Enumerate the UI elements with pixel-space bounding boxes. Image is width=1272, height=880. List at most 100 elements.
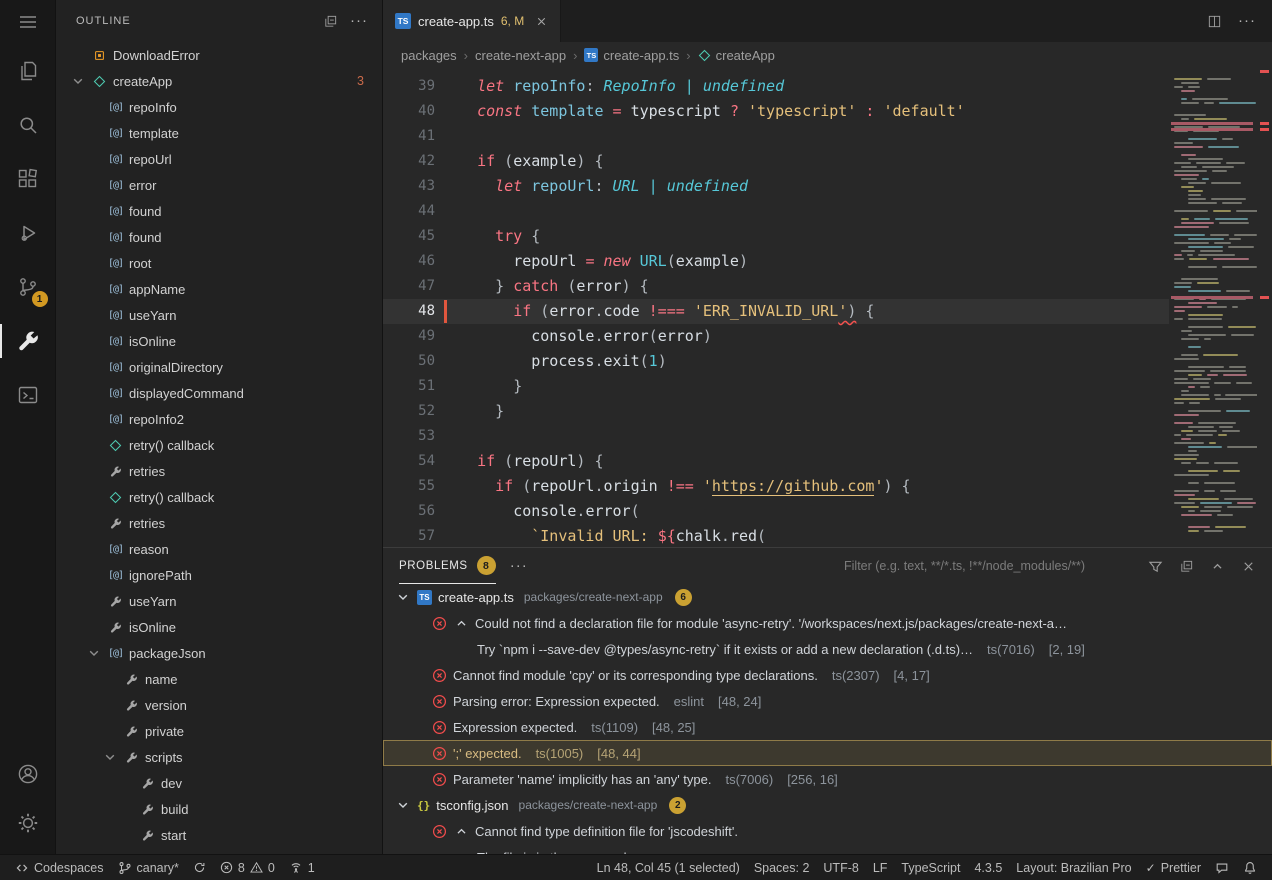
split-editor-icon[interactable]: [1207, 14, 1222, 29]
remote-indicator[interactable]: Codespaces: [8, 855, 111, 880]
code-line[interactable]: 45 try {: [383, 224, 1169, 249]
breadcrumb-item-create-next-app[interactable]: create-next-app: [475, 48, 566, 63]
breadcrumb-item-packages[interactable]: packages: [401, 48, 457, 63]
outline-item-useyarn[interactable]: useYarn: [56, 588, 382, 614]
terminal-icon[interactable]: [0, 368, 56, 422]
outline-item-isonline[interactable]: [@]isOnline: [56, 328, 382, 354]
sync-button[interactable]: [186, 855, 213, 880]
code-line[interactable]: 44: [383, 199, 1169, 224]
accounts-icon[interactable]: [0, 752, 56, 796]
outline-item-isonline[interactable]: isOnline: [56, 614, 382, 640]
more-actions-icon[interactable]: ···: [1238, 16, 1256, 26]
settings-icon[interactable]: [0, 796, 56, 850]
outline-item-retry-callback[interactable]: retry() callback: [56, 432, 382, 458]
problem-related-row[interactable]: The file is in the program because:: [383, 844, 1272, 854]
code-line[interactable]: 39 let repoInfo: RepoInfo | undefined: [383, 74, 1169, 99]
outline-item-useyarn[interactable]: [@]useYarn: [56, 302, 382, 328]
outline-item-originaldirectory[interactable]: [@]originalDirectory: [56, 354, 382, 380]
collapse-all-icon[interactable]: [323, 14, 338, 29]
outline-item-found[interactable]: [@]found: [56, 198, 382, 224]
problems-filter-input[interactable]: [844, 559, 1132, 573]
outline-item-packagejson[interactable]: [@]packageJson: [56, 640, 382, 666]
chevron-up-icon[interactable]: [453, 824, 469, 839]
minimap[interactable]: [1169, 68, 1257, 547]
run-debug-icon[interactable]: [0, 206, 56, 260]
outline-item-displayedcommand[interactable]: [@]displayedCommand: [56, 380, 382, 406]
problem-file-row[interactable]: {}tsconfig.jsonpackages/create-next-app2: [383, 792, 1272, 818]
problem-row[interactable]: Parsing error: Expression expected.eslin…: [383, 688, 1272, 714]
branch-indicator[interactable]: canary*: [111, 855, 186, 880]
tools-icon[interactable]: [0, 314, 56, 368]
outline-item-appname[interactable]: [@]appName: [56, 276, 382, 302]
outline-item-found[interactable]: [@]found: [56, 224, 382, 250]
source-control-icon[interactable]: 1: [0, 260, 56, 314]
code-line[interactable]: 53: [383, 424, 1169, 449]
problem-file-row[interactable]: TScreate-app.tspackages/create-next-app6: [383, 584, 1272, 610]
code-line[interactable]: 40 const template = typescript ? 'typesc…: [383, 99, 1169, 124]
problem-row[interactable]: Parameter 'name' implicitly has an 'any'…: [383, 766, 1272, 792]
encoding-indicator[interactable]: UTF-8: [816, 855, 865, 880]
outline-item-private[interactable]: private: [56, 718, 382, 744]
outline-item-template[interactable]: [@]template: [56, 120, 382, 146]
code-line[interactable]: 51 }: [383, 374, 1169, 399]
code-line[interactable]: 48 if (error.code !=== 'ERR_INVALID_URL'…: [383, 299, 1169, 324]
outline-item-createapp[interactable]: createApp3: [56, 68, 382, 94]
eol-indicator[interactable]: LF: [866, 855, 895, 880]
tab-problems[interactable]: PROBLEMS 8: [399, 548, 496, 584]
outline-item-name[interactable]: name: [56, 666, 382, 692]
problem-related-row[interactable]: Try `npm i --save-dev @types/async-retry…: [383, 636, 1272, 662]
outline-item-error[interactable]: [@]error: [56, 172, 382, 198]
explorer-icon[interactable]: [0, 44, 56, 98]
close-icon[interactable]: [535, 15, 548, 28]
more-actions-icon[interactable]: ···: [510, 561, 528, 571]
menu-icon[interactable]: [0, 0, 56, 44]
search-icon[interactable]: [0, 98, 56, 152]
code-line[interactable]: 42 if (example) {: [383, 149, 1169, 174]
outline-item-scripts[interactable]: scripts: [56, 744, 382, 770]
chevron-up-icon[interactable]: [1210, 559, 1225, 574]
code-line[interactable]: 43 let repoUrl: URL | undefined: [383, 174, 1169, 199]
outline-item-retries[interactable]: retries: [56, 458, 382, 484]
feedback-button[interactable]: [1208, 855, 1236, 880]
problem-row[interactable]: Cannot find module 'cpy' or its correspo…: [383, 662, 1272, 688]
code-line[interactable]: 41: [383, 124, 1169, 149]
code-line[interactable]: 55 if (repoUrl.origin !== 'https://githu…: [383, 474, 1169, 499]
formatter-indicator[interactable]: ✓Prettier: [1139, 855, 1208, 880]
outline-item-retries[interactable]: retries: [56, 510, 382, 536]
outline-item-version[interactable]: version: [56, 692, 382, 718]
outline-item-start[interactable]: start: [56, 822, 382, 848]
ts-version-indicator[interactable]: 4.3.5: [967, 855, 1009, 880]
outline-item-downloaderror[interactable]: DownloadError: [56, 42, 382, 68]
problem-row[interactable]: Expression expected.ts(1109)[48, 25]: [383, 714, 1272, 740]
code-line[interactable]: 54 if (repoUrl) {: [383, 449, 1169, 474]
code-editor[interactable]: 39 let repoInfo: RepoInfo | undefined40 …: [383, 68, 1169, 547]
layout-indicator[interactable]: Layout: Brazilian Pro: [1009, 855, 1138, 880]
outline-item-repourl[interactable]: [@]repoUrl: [56, 146, 382, 172]
language-indicator[interactable]: TypeScript: [894, 855, 967, 880]
tab-create-app-ts[interactable]: TS create-app.ts 6, M: [383, 0, 561, 42]
cursor-position[interactable]: Ln 48, Col 45 (1 selected): [590, 855, 747, 880]
code-line[interactable]: 56 console.error(: [383, 499, 1169, 524]
problem-row[interactable]: Cannot find type definition file for 'js…: [383, 818, 1272, 844]
code-line[interactable]: 57 `Invalid URL: ${chalk.red(: [383, 524, 1169, 547]
outline-item-dev[interactable]: dev: [56, 770, 382, 796]
code-line[interactable]: 52 }: [383, 399, 1169, 424]
notifications-bell[interactable]: [1236, 855, 1264, 880]
close-icon[interactable]: [1241, 559, 1256, 574]
code-line[interactable]: 50 process.exit(1): [383, 349, 1169, 374]
breadcrumb-item-create-app-ts[interactable]: TScreate-app.ts: [584, 48, 679, 63]
chevron-up-icon[interactable]: [453, 616, 469, 631]
outline-item-ignorepath[interactable]: [@]ignorePath: [56, 562, 382, 588]
indentation-indicator[interactable]: Spaces: 2: [747, 855, 817, 880]
code-line[interactable]: 47 } catch (error) {: [383, 274, 1169, 299]
code-line[interactable]: 46 repoUrl = new URL(example): [383, 249, 1169, 274]
more-actions-icon[interactable]: ···: [350, 16, 368, 26]
outline-item-root[interactable]: [@]root: [56, 250, 382, 276]
ports-indicator[interactable]: 1: [282, 855, 322, 880]
outline-item-repoinfo2[interactable]: [@]repoInfo2: [56, 406, 382, 432]
filter-icon[interactable]: [1148, 559, 1163, 574]
problems-indicator[interactable]: 80: [213, 855, 282, 880]
outline-item-retry-callback[interactable]: retry() callback: [56, 484, 382, 510]
outline-item-repoinfo[interactable]: [@]repoInfo: [56, 94, 382, 120]
problem-row[interactable]: Could not find a declaration file for mo…: [383, 610, 1272, 636]
